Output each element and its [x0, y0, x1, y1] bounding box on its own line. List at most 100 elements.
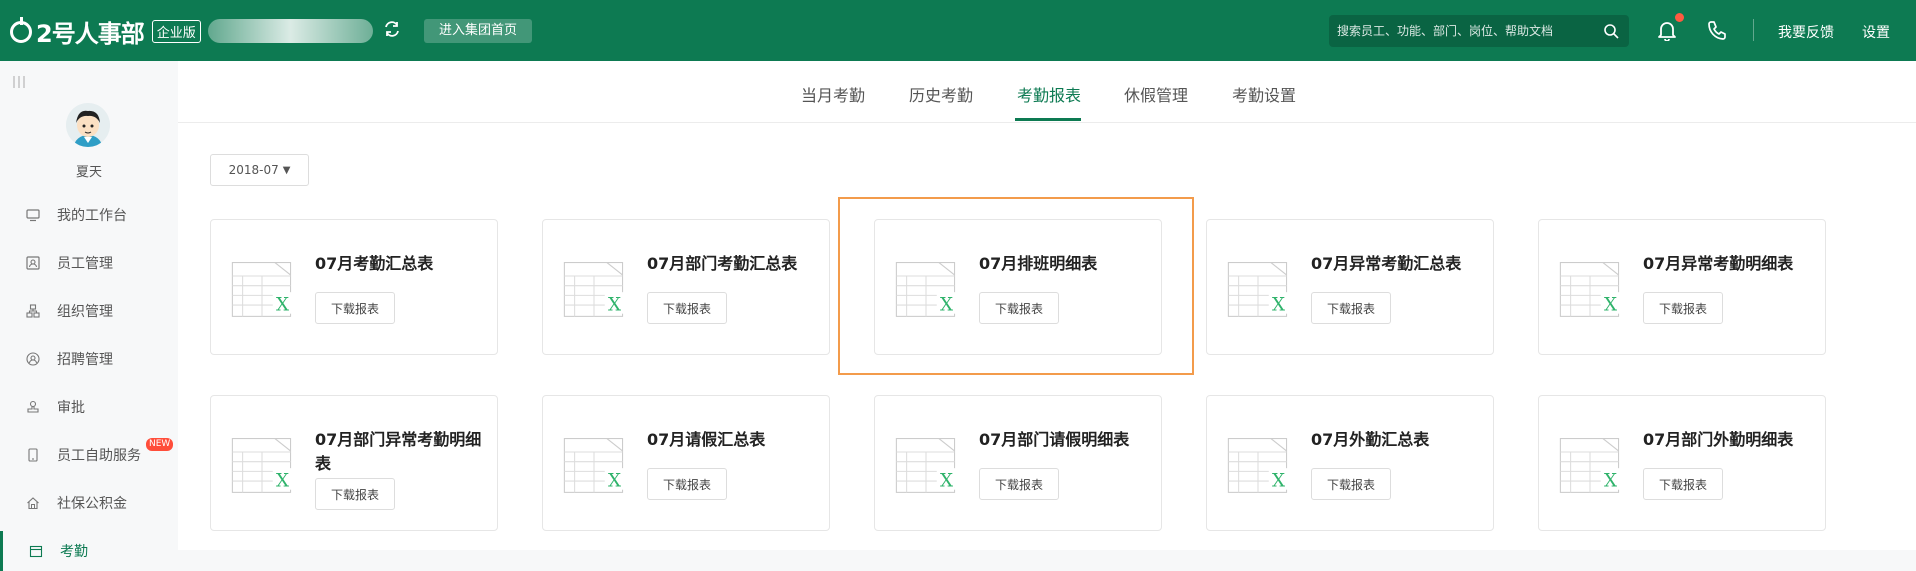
report-title: 07月部门外勤明细表 — [1643, 430, 1794, 449]
excel-file-icon: X — [563, 262, 625, 317]
home-icon — [27, 497, 39, 510]
app-logo[interactable]: 2号人事部 企业版 — [10, 14, 201, 49]
report-title: 07月外勤汇总表 — [1311, 430, 1430, 449]
settings-link[interactable]: 设置 — [1862, 22, 1890, 42]
user-name: 夏天 — [75, 165, 102, 180]
svg-text:X: X — [1604, 470, 1617, 491]
switch-company-icon[interactable] — [383, 20, 401, 38]
sidebar-item-approval[interactable]: 审批 — [0, 387, 178, 427]
month-select[interactable]: 2018-07 ▼ — [210, 154, 309, 186]
collapse-menu-icon[interactable] — [12, 75, 26, 89]
report-card: X 07月部门考勤汇总表 下载报表 — [542, 219, 830, 355]
report-title: 07月请假汇总表 — [647, 430, 766, 449]
sidebar-item-label: 招聘管理 — [57, 352, 113, 368]
svg-text:X: X — [940, 470, 953, 491]
download-report-button[interactable]: 下载报表 — [647, 292, 727, 324]
search-box[interactable] — [1329, 15, 1629, 47]
top-bar: 2号人事部 企业版 进入集团首页 我要反馈 设置 — [0, 0, 1916, 61]
sidebar-item-label: 审批 — [57, 400, 85, 416]
download-report-button[interactable]: 下载报表 — [647, 468, 727, 500]
download-report-button[interactable]: 下载报表 — [1311, 468, 1391, 500]
report-title: 07月异常考勤汇总表 — [1311, 254, 1462, 273]
report-card: X 07月异常考勤明细表 下载报表 — [1538, 219, 1826, 355]
excel-file-icon: X — [231, 438, 293, 493]
download-report-button[interactable]: 下载报表 — [315, 292, 395, 324]
avatar[interactable] — [66, 103, 110, 147]
tab-settings[interactable]: 考勤设置 — [1232, 82, 1296, 106]
sidebar-item-label: 我的工作台 — [57, 208, 127, 224]
active-tab-underline — [1015, 118, 1081, 121]
sidebar-item-label: 考勤 — [60, 544, 88, 560]
avatar-cartoon-icon — [66, 103, 110, 147]
caret-down-icon: ▼ — [282, 164, 291, 176]
feedback-link[interactable]: 我要反馈 — [1778, 22, 1834, 42]
download-report-button[interactable]: 下载报表 — [1643, 292, 1723, 324]
report-title: 07月部门异常考勤明细表 — [315, 430, 482, 473]
download-report-button[interactable]: 下载报表 — [1311, 292, 1391, 324]
tab-reports[interactable]: 考勤报表 — [1017, 82, 1081, 106]
calendar-icon — [29, 545, 43, 558]
svg-text:X: X — [276, 294, 289, 315]
download-report-button[interactable]: 下载报表 — [979, 468, 1059, 500]
svg-text:X: X — [608, 294, 621, 315]
sidebar-item-label: 组织管理 — [57, 304, 113, 320]
report-card: X 07月外勤汇总表 下载报表 — [1206, 395, 1494, 531]
svg-text:X: X — [1272, 294, 1285, 315]
report-card: X 07月部门外勤明细表 下载报表 — [1538, 395, 1826, 531]
recruit-icon — [26, 352, 40, 366]
excel-file-icon: X — [563, 438, 625, 493]
tab-current-month[interactable]: 当月考勤 — [801, 82, 865, 106]
enter-group-button[interactable]: 进入集团首页 — [424, 19, 533, 43]
excel-file-icon: X — [1559, 438, 1621, 493]
report-card: X 07月异常考勤汇总表 下载报表 — [1206, 219, 1494, 355]
report-title: 07月部门请假明细表 — [979, 430, 1130, 449]
sidebar-item-recruitment[interactable]: 招聘管理 — [0, 339, 178, 379]
report-title: 07月考勤汇总表 — [315, 254, 434, 273]
org-chart-icon — [26, 304, 40, 318]
mobile-icon — [28, 448, 38, 462]
search-input[interactable] — [1329, 15, 1629, 47]
monitor-icon — [26, 209, 40, 222]
download-report-button[interactable]: 下载报表 — [1643, 468, 1723, 500]
report-title: 07月异常考勤明细表 — [1643, 254, 1794, 273]
sidebar-item-label: 员工自助服务 — [57, 448, 141, 464]
phone-icon[interactable] — [1706, 19, 1728, 41]
excel-file-icon: X — [1227, 438, 1289, 493]
search-icon[interactable] — [1603, 23, 1619, 39]
sidebar-item-employees[interactable]: 员工管理 — [0, 243, 178, 283]
sidebar-item-label: 员工管理 — [57, 256, 113, 272]
svg-text:X: X — [1604, 294, 1617, 315]
stamp-icon — [27, 400, 39, 413]
excel-file-icon: X — [1559, 262, 1621, 317]
tab-bar: 当月考勤 历史考勤 考勤报表 休假管理 考勤设置 — [178, 61, 1916, 123]
download-report-button[interactable]: 下载报表 — [315, 478, 395, 510]
sidebar-item-label: 社保公积金 — [57, 496, 127, 512]
sidebar-item-attendance[interactable]: 考勤 — [0, 531, 178, 571]
logo-text: 2号人事部 — [36, 20, 145, 48]
report-card: X 07月部门异常考勤明细表 下载报表 — [210, 395, 498, 531]
month-select-value: 2018-07 — [228, 163, 279, 177]
excel-file-icon: X — [231, 262, 293, 317]
excel-file-icon: X — [895, 438, 957, 493]
company-name[interactable] — [208, 19, 373, 43]
tab-history[interactable]: 历史考勤 — [909, 82, 973, 106]
main-content: 当月考勤 历史考勤 考勤报表 休假管理 考勤设置 2018-07 ▼ X 07月… — [178, 61, 1916, 550]
edition-badge: 企业版 — [151, 20, 201, 43]
report-card: X 07月请假汇总表 下载报表 — [542, 395, 830, 531]
stopwatch-logo-icon — [10, 16, 32, 43]
report-title: 07月部门考勤汇总表 — [647, 254, 798, 273]
notification-dot — [1675, 13, 1684, 22]
tab-leave[interactable]: 休假管理 — [1124, 82, 1188, 106]
svg-text:X: X — [276, 470, 289, 491]
bell-icon[interactable] — [1656, 19, 1678, 41]
sidebar-item-organization[interactable]: 组织管理 — [0, 291, 178, 331]
sidebar-item-social-security[interactable]: 社保公积金 — [0, 483, 178, 523]
sidebar-item-self-service[interactable]: 员工自助服务 NEW — [0, 435, 178, 475]
header-divider — [1753, 19, 1754, 41]
sidebar-item-workbench[interactable]: 我的工作台 — [0, 195, 178, 235]
svg-text:X: X — [1272, 470, 1285, 491]
highlight-box — [838, 197, 1194, 375]
svg-text:X: X — [608, 470, 621, 491]
report-card: X 07月部门请假明细表 下载报表 — [874, 395, 1162, 531]
new-badge: NEW — [146, 438, 174, 451]
